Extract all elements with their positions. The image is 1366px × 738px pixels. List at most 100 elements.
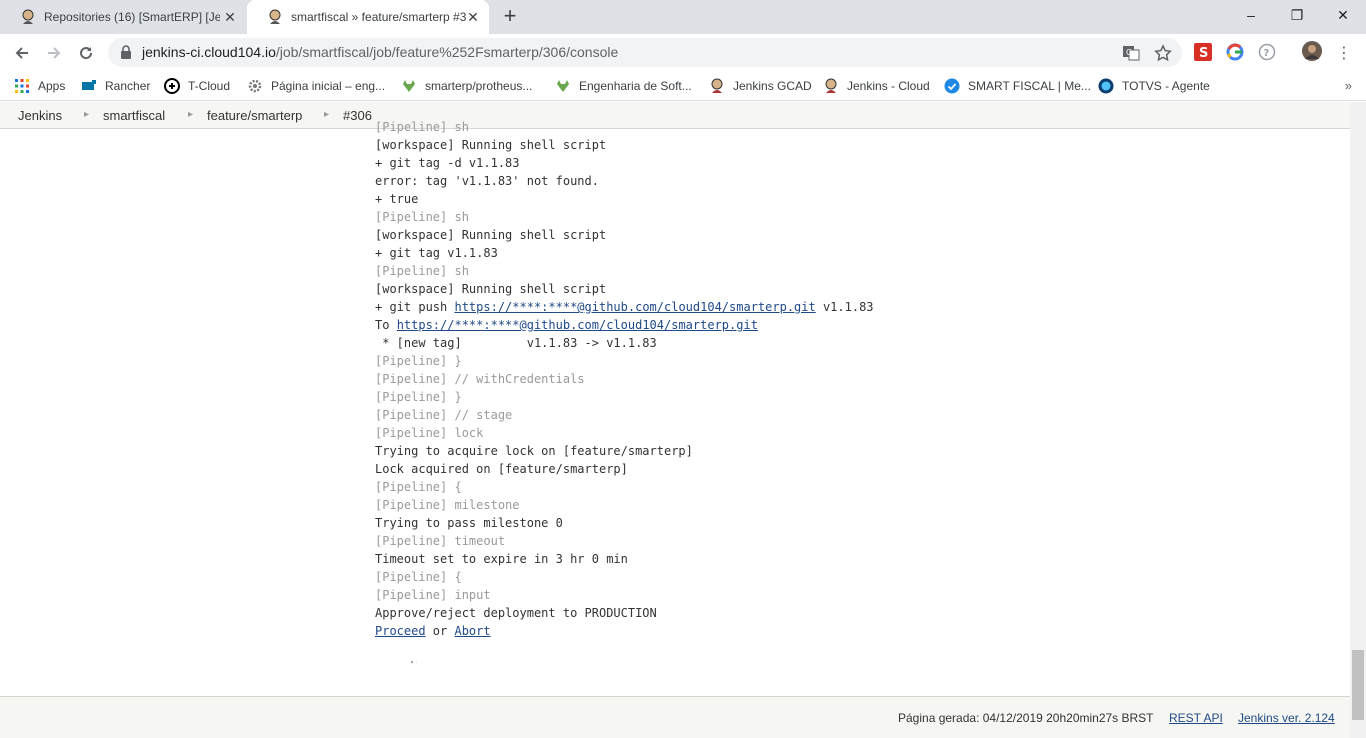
pipeline-step-line: [Pipeline] sh [375,120,469,134]
pipeline-step-line: [Pipeline] milestone [375,498,520,512]
reload-icon [80,47,93,60]
extension-s-icon[interactable]: S [1194,43,1212,61]
jenkins-icon [22,9,34,24]
console-text: v1.1.83 [815,300,874,314]
jenkins-icon [269,9,281,24]
page-scrollbar[interactable] [1350,102,1366,738]
breadcrumb-separator-icon[interactable]: ▸ [188,109,193,120]
tab-smartfiscal[interactable]: smartfiscal » feature/smarterp #3 ✕ [247,0,489,34]
bookmark-label: TOTVS - Agente [1122,79,1210,93]
console-output: [Pipeline] sh [workspace] Running shell s… [375,118,1335,663]
bookmark-tcloud[interactable]: T-Cloud [164,76,230,96]
pipeline-step-line: [Pipeline] sh [375,210,469,224]
gitlab-icon [403,80,415,92]
new-tab-button[interactable]: + [498,5,522,29]
tab-title: smartfiscal » feature/smarterp #3 [291,10,467,24]
breadcrumb-smartfiscal[interactable]: smartfiscal [103,108,165,123]
page-generated-text: Página gerada: 04/12/2019 20h20min27s BR… [898,711,1154,725]
pipeline-step-line: [Pipeline] } [375,354,462,368]
scrollbar-thumb[interactable] [1352,650,1364,720]
jenkins-icon [711,78,723,93]
bookmark-pagina-inicial[interactable]: Página inicial – eng... [247,76,385,96]
console-line: Approve/reject deployment to PRODUCTION [375,606,657,620]
lock-icon [121,45,131,59]
proceed-link[interactable]: Proceed [375,624,426,638]
apps-grid-icon [15,79,29,93]
console-line: To https://****:****@github.com/cloud104… [375,316,1335,334]
breadcrumb-feature-smarterp[interactable]: feature/smarterp [207,108,302,123]
gear-icon [248,79,262,93]
bookmark-label: Jenkins - Cloud [847,79,930,93]
gitlab-icon [557,80,569,92]
console-line: [workspace] Running shell script [375,228,607,242]
tab-repositories[interactable]: Repositories (16) [SmartERP] [Jen ✕ [0,0,246,34]
console-lines: [Pipeline] sh [workspace] Running shell s… [375,118,1335,622]
avatar[interactable] [1302,41,1322,61]
bookmark-smarterp-protheus[interactable]: smarterp/protheus... [401,76,532,96]
repo-url-link[interactable]: https://****:****@github.com/cloud104/sm… [397,318,758,332]
bookmarks-bar: Apps Rancher T-Cloud Página inicial – en… [0,71,1366,101]
rancher-icon [82,80,96,90]
bookmark-label: T-Cloud [188,79,231,93]
svg-text:S: S [1199,46,1208,61]
pipeline-step-line: [Pipeline] { [375,480,462,494]
bookmark-rancher[interactable]: Rancher [81,76,150,96]
help-icon[interactable]: ? [1258,43,1276,61]
close-window-button[interactable]: ✕ [1320,0,1366,30]
bookmark-jenkins-cloud[interactable]: Jenkins - Cloud [823,76,930,96]
minimize-button[interactable]: – [1228,0,1274,30]
close-tab-icon[interactable]: ✕ [465,9,481,25]
pipeline-step-line: [Pipeline] lock [375,426,484,440]
jenkins-version-link[interactable]: Jenkins ver. 2.124 [1238,711,1335,725]
tab-title: Repositories (16) [SmartERP] [Jen [44,10,220,24]
bookmark-totvs-agente[interactable]: TOTVS - Agente [1098,76,1210,96]
bookmark-engenharia[interactable]: Engenharia de Soft... [555,76,692,96]
bookmark-apps[interactable]: Apps [14,76,65,96]
bookmark-label: Jenkins GCAD [733,79,812,93]
close-tab-icon[interactable]: ✕ [222,9,238,25]
console-line: * [new tag] v1.1.83 -> v1.1.83 [375,336,657,350]
console-line: Trying to pass milestone 0 [375,516,563,530]
bookmark-jenkins-gcad[interactable]: Jenkins GCAD [709,76,812,96]
bookmark-star-icon[interactable] [1154,44,1172,62]
url-text: jenkins-ci.cloud104.io/job/smartfiscal/j… [142,44,618,60]
pipeline-step-line: [Pipeline] timeout [375,534,506,548]
abort-link[interactable]: Abort [454,624,490,638]
console-line: + git tag v1.1.83 [375,246,498,260]
totvs-icon [1098,78,1114,94]
translate-icon[interactable]: G [1122,44,1140,62]
forward-button[interactable] [40,39,68,67]
check-badge-icon [944,78,960,94]
reload-button[interactable] [72,39,100,67]
bookmark-label: Página inicial – eng... [271,79,386,93]
spinner [375,640,1335,663]
console-line: [workspace] Running shell script [375,282,607,296]
or-text: or [425,624,455,638]
bookmark-label: Apps [38,79,66,93]
bookmark-smart-fiscal[interactable]: SMART FISCAL | Me... [944,76,1091,96]
tab-strip: Repositories (16) [SmartERP] [Jen ✕ smar… [0,0,1366,34]
address-bar[interactable]: jenkins-ci.cloud104.io/job/smartfiscal/j… [108,38,1182,67]
bookmark-label: smarterp/protheus... [425,79,533,93]
pipeline-step-line: [Pipeline] { [375,570,462,584]
breadcrumb-build[interactable]: #306 [343,108,372,123]
google-icon[interactable] [1226,43,1244,61]
svg-text:G: G [1126,48,1132,57]
url-host: jenkins-ci.cloud104.io [142,44,276,60]
rest-api-link[interactable]: REST API [1169,711,1223,725]
arrow-right-icon [48,47,61,59]
console-text: + git push [375,300,455,314]
console-line: error: tag 'v1.1.83' not found. [375,174,599,188]
back-button[interactable] [8,39,36,67]
maximize-button[interactable]: ❐ [1274,0,1320,30]
jenkins-icon [825,78,837,93]
breadcrumb-separator-icon[interactable]: ▸ [324,109,329,120]
menu-kebab-icon[interactable]: ⋮ [1330,39,1358,67]
url-path: /job/smartfiscal/job/feature%252Fsmarter… [275,44,619,60]
repo-url-link[interactable]: https://****:****@github.com/cloud104/sm… [454,300,815,314]
breadcrumb-separator-icon[interactable]: ▸ [84,109,89,120]
breadcrumb-jenkins[interactable]: Jenkins [18,108,62,123]
input-actions: Proceed or Abort [375,622,1335,640]
more-bookmarks-icon[interactable]: » [1345,78,1352,93]
tcloud-icon [164,78,180,94]
